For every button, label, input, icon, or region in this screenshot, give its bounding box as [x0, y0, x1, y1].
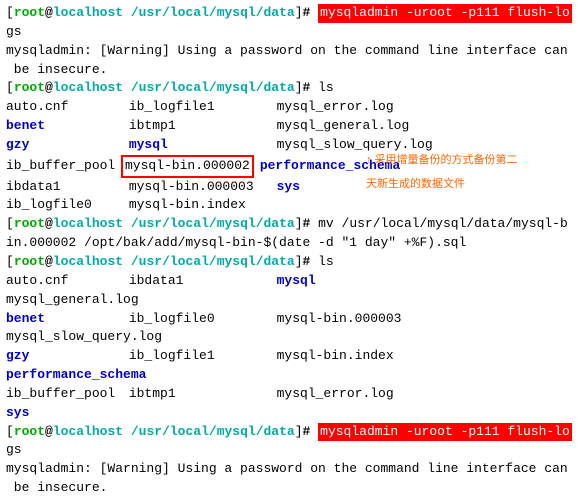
file-ibtmp1: ibtmp1 — [129, 117, 269, 136]
file2-mysql-error-log: mysql_error.log — [277, 385, 417, 404]
file-ibdata1: ibdata1 — [6, 178, 121, 197]
file-ib-buffer-pool: ib_buffer_pool — [6, 157, 121, 176]
file-benet: benet — [6, 117, 121, 136]
file2-ib-logfile1: ib_logfile1 — [129, 347, 269, 366]
file2-mysql-slow-query-log: mysql_slow_query.log — [6, 328, 171, 347]
line-warning2-2: be insecure. — [6, 479, 575, 498]
ls-row-4: ib_buffer_pool mysql-bin.000002 performa… — [6, 155, 575, 178]
prompt-1: [root@localhost /usr/local/mysql/data]# — [6, 4, 310, 23]
file2-mysql-general-log: mysql_general.log — [6, 291, 171, 310]
file2-auto-cnf: auto.cnf — [6, 272, 121, 291]
warning-text-2: be insecure. — [6, 62, 107, 77]
file2-perf-schema: performance_schema — [6, 366, 171, 385]
ls2-row-3: gzy ib_logfile1 mysql-bin.index performa… — [6, 347, 575, 385]
ls-row-2: benet ibtmp1 mysql_general.log — [6, 117, 575, 136]
cmd-highlight-2: mysqladmin -uroot -p111 flush-lo — [318, 423, 572, 442]
ls-row-6: ib_logfile0 mysql-bin.index — [6, 196, 575, 215]
line-4: be insecure. — [6, 61, 575, 80]
file-mysql-error-log: mysql_error.log — [277, 98, 442, 117]
warning-text-1: mysqladmin: [Warning] Using a password o… — [6, 43, 568, 58]
file2-mysql-bin-index: mysql-bin.index — [277, 347, 417, 366]
prompt-5: [root@localhost /usr/local/mysql/data]# — [6, 423, 310, 442]
file2-ibdata1: ibdata1 — [129, 272, 269, 291]
ls-row-5: ibdata1 mysql-bin.000003 sys 天新生成的数据文件 — [6, 178, 575, 197]
cmd-mv: mv /usr/local/mysql/data/mysql-b — [310, 215, 567, 234]
file-ib-logfile1: ib_logfile1 — [129, 98, 269, 117]
file-auto-cnf: auto.cnf — [6, 98, 121, 117]
line-warning2-1: mysqladmin: [Warning] Using a password o… — [6, 460, 575, 479]
line-2: gs — [6, 23, 575, 42]
file2-sys: sys — [6, 404, 171, 423]
warning2-text-2: be insecure. — [6, 480, 107, 495]
line-ls-2: [root@localhost /usr/local/mysql/data]# … — [6, 253, 575, 272]
file2-ibtmp1: ibtmp1 — [129, 385, 269, 404]
line-mv: [root@localhost /usr/local/mysql/data]# … — [6, 215, 575, 234]
file-mysql-bin-000003: mysql-bin.000003 — [129, 178, 269, 197]
cmd-highlight-1: mysqladmin -uroot -p111 flush-lo — [318, 4, 572, 23]
terminal: [root@localhost /usr/local/mysql/data]# … — [0, 0, 581, 500]
annotation-arrow-1: ↑ 采用增量备份的方式备份第二 — [366, 153, 518, 169]
file2-ib-logfile0: ib_logfile0 — [129, 310, 269, 329]
cmd-ls-1: ls — [310, 79, 333, 98]
annotation-text-1: 天新生成的数据文件 — [366, 177, 465, 193]
ls-row-1: auto.cnf ib_logfile1 mysql_error.log — [6, 98, 575, 117]
cmd-mv-cont: in.000002 /opt/bak/add/mysql-bin-$(date … — [6, 235, 466, 250]
line-flush-2: [root@localhost /usr/local/mysql/data]# … — [6, 423, 575, 442]
warning2-text-1: mysqladmin: [Warning] Using a password o… — [6, 461, 568, 476]
file-mysql-general-log: mysql_general.log — [277, 117, 442, 136]
file-ib-logfile0: ib_logfile0 — [6, 196, 121, 215]
file-gzy: gzy — [6, 136, 121, 155]
file2-mysql: mysql — [277, 272, 417, 291]
file-listing-1: auto.cnf ib_logfile1 mysql_error.log ben… — [6, 98, 575, 215]
ls2-row-4: ib_buffer_pool ibtmp1 mysql_error.log sy… — [6, 385, 575, 423]
file2-gzy: gzy — [6, 347, 121, 366]
prompt-3: [root@localhost /usr/local/mysql/data]# — [6, 215, 310, 234]
file2-ib-buffer-pool: ib_buffer_pool — [6, 385, 121, 404]
line-mv-2: in.000002 /opt/bak/add/mysql-bin-$(date … — [6, 234, 575, 253]
file2-benet: benet — [6, 310, 121, 329]
ls2-row-1: auto.cnf ibdata1 mysql mysql_general.log — [6, 272, 575, 310]
cmd-ls-2: ls — [310, 253, 333, 272]
file-listing-2: auto.cnf ibdata1 mysql mysql_general.log… — [6, 272, 575, 423]
file2-mysql-bin-000003: mysql-bin.000003 — [277, 310, 417, 329]
prompt-4: [root@localhost /usr/local/mysql/data]# — [6, 253, 310, 272]
cmd-space-2 — [310, 423, 318, 442]
prompt-2: [root@localhost /usr/local/mysql/data]# — [6, 79, 310, 98]
line-1: [root@localhost /usr/local/mysql/data]# … — [6, 4, 575, 23]
file-mysql-bin-index: mysql-bin.index — [129, 196, 269, 215]
text-gs-1: gs — [6, 24, 22, 39]
line-5: [root@localhost /usr/local/mysql/data]# … — [6, 79, 575, 98]
file-mysql: mysql — [129, 136, 269, 155]
ls2-row-2: benet ib_logfile0 mysql-bin.000003 mysql… — [6, 310, 575, 348]
text-gs-2: gs — [6, 442, 22, 457]
line-3: mysqladmin: [Warning] Using a password o… — [6, 42, 575, 61]
line-gs-2: gs — [6, 441, 575, 460]
cmd-1 — [310, 4, 318, 23]
file-mysql-bin-000002-box: mysql-bin.000002 — [121, 155, 254, 178]
